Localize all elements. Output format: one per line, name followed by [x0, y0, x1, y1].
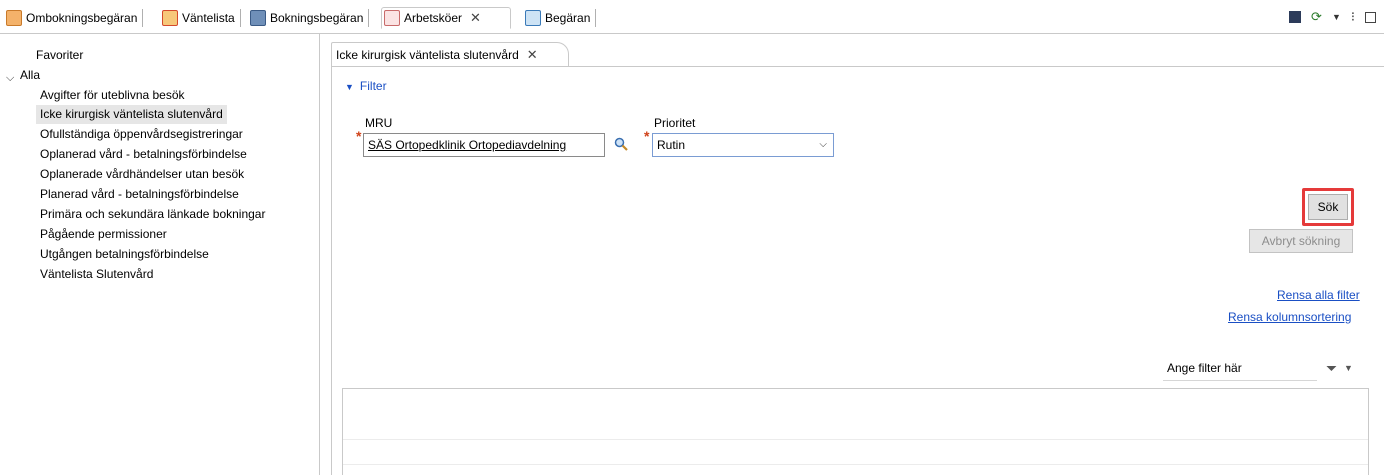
booking-icon — [250, 10, 266, 26]
tab-begaran[interactable]: Begäran — [523, 7, 597, 29]
mru-label: MRU — [365, 116, 393, 130]
tab-ombokningsbegaran[interactable]: Ombokningsbegäran — [4, 7, 144, 29]
tab-label: Begäran — [545, 11, 591, 25]
tree-item-oplanerade-vardhandelser[interactable]: Oplanerade vårdhändelser utan besök — [36, 165, 248, 184]
funnel-icon[interactable]: ⏷ — [1326, 360, 1337, 377]
tree-item-utgangen[interactable]: Utgången betalningsförbindelse — [36, 245, 213, 264]
required-asterisk-icon: * — [356, 128, 362, 144]
prioritet-select[interactable]: Rutin ⌵ — [652, 133, 834, 157]
more-vertical-icon[interactable]: ⁝ — [1351, 9, 1355, 25]
chevron-down-icon[interactable]: ⌵ — [6, 72, 14, 85]
tab-icke-kirurgisk[interactable]: Icke kirurgisk väntelista slutenvård ✕ — [331, 42, 569, 66]
tree-item-pagaende-permissioner[interactable]: Pågående permissioner — [36, 225, 171, 244]
dropdown-arrow-icon[interactable]: ▼ — [1332, 12, 1341, 22]
search-doc-icon — [525, 10, 541, 26]
tree-item-oplanerad-vard[interactable]: Oplanerad vård - betalningsförbindelse — [36, 145, 251, 164]
clear-column-sorting-link[interactable]: Rensa kolumnsortering — [1228, 310, 1351, 324]
workqueue-content: Icke kirurgisk väntelista slutenvård ✕ ▼… — [327, 42, 1384, 475]
prioritet-label: Prioritet — [654, 116, 696, 130]
tab-bokningsbegaran[interactable]: Bokningsbegäran — [248, 7, 370, 29]
editor-tab-bar: Ombokningsbegäran Väntelista Bokningsbeg… — [0, 0, 1384, 34]
tab-label: Bokningsbegäran — [270, 11, 364, 25]
tree-favorites[interactable]: Favoriter — [36, 46, 83, 64]
grid-filter-input[interactable]: Ange filter här — [1163, 357, 1317, 381]
tree-item-avgifter[interactable]: Avgifter för uteblivna besök — [36, 86, 189, 105]
tree-item-primara-sekundara[interactable]: Primära och sekundära länkade bokningar — [36, 205, 269, 224]
maximize-icon[interactable] — [1365, 11, 1376, 23]
calendar-edit-icon — [6, 10, 22, 26]
chevron-down-icon: ⌵ — [819, 139, 827, 150]
tab-label: Väntelista — [182, 11, 235, 25]
result-grid — [342, 388, 1369, 475]
close-icon[interactable]: ✕ — [527, 47, 538, 63]
search-button[interactable]: Sök — [1308, 194, 1348, 220]
dropdown-arrow-icon[interactable]: ▼ — [1344, 363, 1353, 373]
tab-arbetskoer[interactable]: Arbetsköer ✕ — [381, 7, 511, 29]
workqueue-icon — [384, 10, 400, 26]
cancel-search-button[interactable]: Avbryt sökning — [1249, 229, 1353, 253]
tab-vantelista[interactable]: Väntelista — [160, 7, 241, 29]
filter-label: Filter — [359, 79, 387, 93]
tree-item-vantelista-slutenvard[interactable]: Väntelista Slutenvård — [36, 265, 157, 284]
close-icon[interactable]: ✕ — [470, 10, 481, 26]
required-asterisk-icon: * — [644, 128, 650, 144]
sync-icon[interactable]: ⟳ — [1311, 9, 1322, 25]
tab-label: Arbetsköer — [404, 11, 463, 25]
calendar-list-icon — [162, 10, 178, 26]
save-icon[interactable] — [1289, 11, 1302, 23]
workqueue-tree: Favoriter ⌵ Alla Avgifter för uteblivna … — [0, 34, 320, 475]
prioritet-value: Rutin — [657, 138, 686, 152]
filter-toggle[interactable]: ▼ Filter — [345, 79, 387, 93]
clear-all-filters-link[interactable]: Rensa alla filter — [1277, 288, 1360, 302]
content-tab-label: Icke kirurgisk väntelista slutenvård — [336, 47, 519, 62]
search-icon[interactable] — [614, 137, 628, 151]
tree-item-icke-kirurgisk[interactable]: Icke kirurgisk väntelista slutenvård — [36, 105, 227, 124]
triangle-down-icon: ▼ — [345, 82, 354, 92]
tree-item-ofullstandiga[interactable]: Ofullständiga öppenvårdsegistreringar — [36, 125, 247, 144]
tree-all[interactable]: Alla — [20, 66, 40, 84]
toolbar-right: ⟳ ▼ ⁝ — [1289, 6, 1384, 28]
tree-item-planerad-vard[interactable]: Planerad vård - betalningsförbindelse — [36, 185, 243, 204]
mru-field[interactable]: SÄS Ortopedklinik Ortopediavdelning — [363, 133, 605, 157]
tab-label: Ombokningsbegäran — [26, 11, 138, 25]
